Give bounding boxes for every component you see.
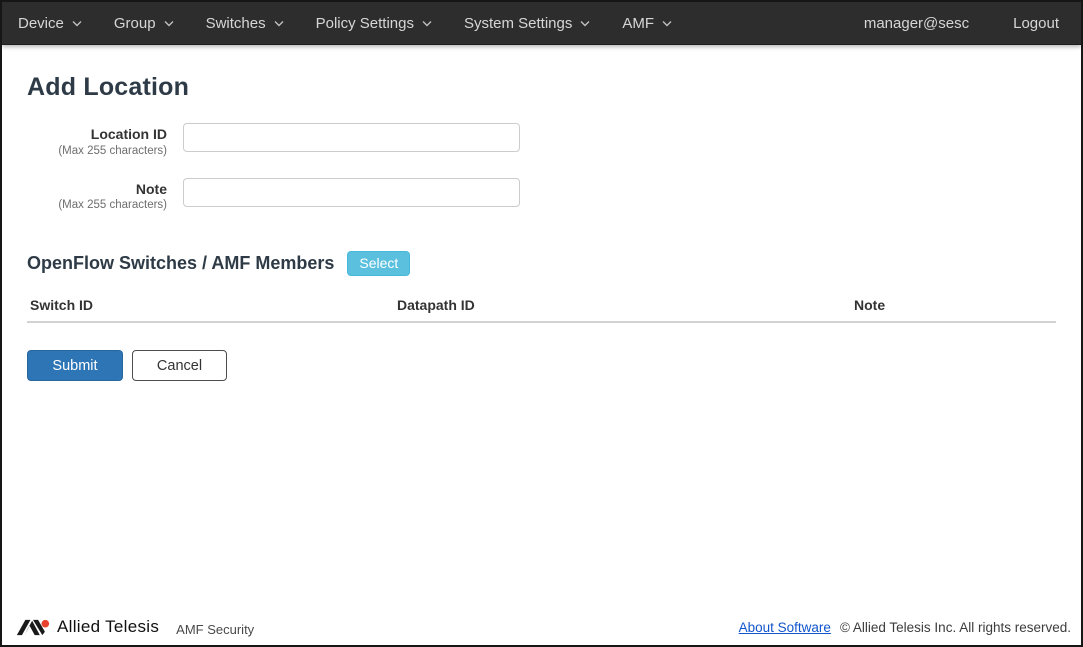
submit-button[interactable]: Submit xyxy=(27,350,123,382)
nav-item-device[interactable]: Device xyxy=(2,2,98,45)
column-header-switch-id: Switch ID xyxy=(27,292,394,324)
location-id-label: Location ID xyxy=(90,126,167,142)
brand-name: Allied Telesis xyxy=(57,617,160,636)
note-hint: (Max 255 characters) xyxy=(58,199,167,212)
location-id-hint: (Max 255 characters) xyxy=(58,144,167,157)
chevron-down-icon xyxy=(164,20,174,27)
allied-telesis-logo-icon xyxy=(16,619,50,635)
select-members-button[interactable]: Select xyxy=(347,251,411,277)
chevron-down-icon xyxy=(580,20,590,27)
nav-item-switches[interactable]: Switches xyxy=(190,2,300,45)
logged-in-user: manager@sesc xyxy=(863,14,970,32)
main-content: Add Location Location ID (Max 255 charac… xyxy=(2,45,1081,382)
form-row-note: Note (Max 255 characters) xyxy=(27,177,1056,214)
members-section-header: OpenFlow Switches / AMF Members Select xyxy=(27,251,1056,277)
chevron-down-icon xyxy=(422,20,432,27)
form-actions: Submit Cancel xyxy=(27,350,1056,382)
cancel-button[interactable]: Cancel xyxy=(132,350,227,382)
members-section: OpenFlow Switches / AMF Members Select S… xyxy=(27,251,1056,324)
nav-item-policy-settings[interactable]: Policy Settings xyxy=(300,2,448,45)
footer: Allied Telesis AMF Security About Softwa… xyxy=(2,611,1081,645)
field-label-group: Note (Max 255 characters) xyxy=(27,178,183,214)
nav-menu: Device Group Switches Policy Settings Sy… xyxy=(2,2,848,45)
chevron-down-icon xyxy=(662,20,672,27)
top-navbar: Device Group Switches Policy Settings Sy… xyxy=(2,2,1081,45)
app-name: AMF Security xyxy=(176,621,255,637)
nav-item-group[interactable]: Group xyxy=(98,2,190,45)
add-location-form: Location ID (Max 255 characters) Note (M… xyxy=(27,123,1056,213)
form-row-location-id: Location ID (Max 255 characters) xyxy=(27,123,1056,159)
copyright-text: © Allied Telesis Inc. All rights reserve… xyxy=(839,619,1071,635)
members-section-title: OpenFlow Switches / AMF Members xyxy=(27,253,335,274)
nav-item-label: Policy Settings xyxy=(315,14,414,32)
nav-item-amf[interactable]: AMF xyxy=(606,2,688,45)
chevron-down-icon xyxy=(274,20,284,27)
app-window: Device Group Switches Policy Settings Sy… xyxy=(0,0,1083,647)
field-label-group: Location ID (Max 255 characters) xyxy=(27,123,183,159)
column-header-note: Note xyxy=(851,292,1056,324)
note-input[interactable] xyxy=(183,177,520,207)
note-label: Note xyxy=(135,180,167,197)
footer-right: About Software © Allied Telesis Inc. All… xyxy=(739,620,1071,635)
nav-item-label: System Settings xyxy=(463,14,573,32)
brand: Allied Telesis AMF Security xyxy=(16,617,254,637)
nav-item-label: Group xyxy=(113,14,156,32)
location-id-input[interactable] xyxy=(183,123,520,152)
nav-item-label: Device xyxy=(18,14,64,32)
members-table: Switch ID Datapath ID Note xyxy=(27,292,1056,324)
nav-item-label: Switches xyxy=(205,14,266,32)
page-title: Add Location xyxy=(27,73,190,101)
members-table-header-row: Switch ID Datapath ID Note xyxy=(27,292,1056,324)
nav-item-system-settings[interactable]: System Settings xyxy=(448,2,606,45)
nav-right: manager@sesc Logout xyxy=(848,15,1081,32)
logout-button[interactable]: Logout xyxy=(985,15,1069,32)
column-header-datapath-id: Datapath ID xyxy=(394,292,851,324)
about-software-link[interactable]: About Software xyxy=(739,620,831,635)
chevron-down-icon xyxy=(72,20,82,27)
nav-item-label: AMF xyxy=(622,14,655,32)
